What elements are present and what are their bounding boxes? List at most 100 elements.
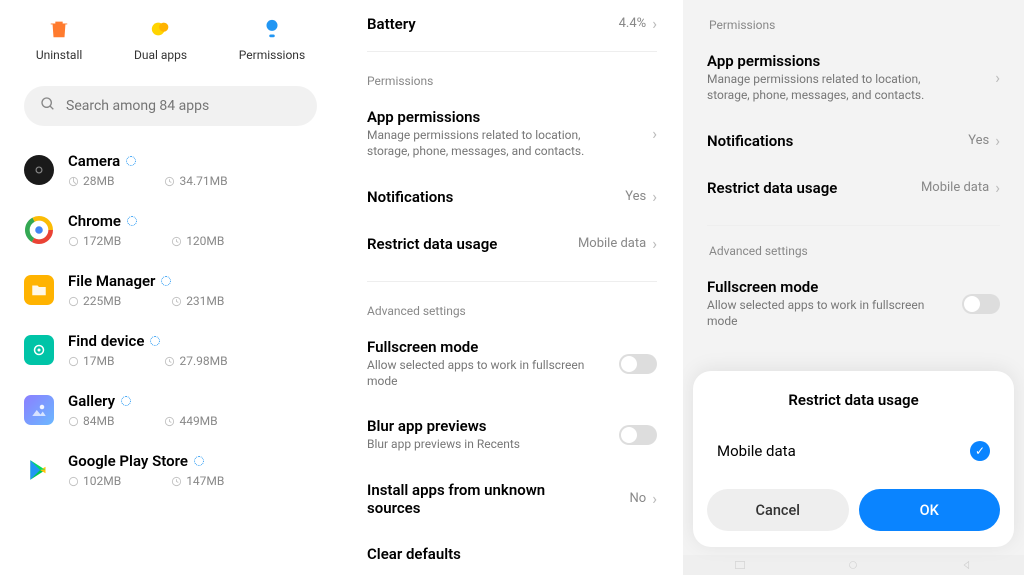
fullscreen-desc: Allow selected apps to work in fullscree… (707, 298, 937, 329)
storage-meta: 17MB (68, 354, 114, 368)
storage-meta: 172MB (68, 234, 121, 248)
data-meta: 147MB (171, 474, 224, 488)
fullscreen-toggle[interactable] (619, 354, 657, 374)
search-box[interactable] (24, 86, 317, 126)
navbar (683, 555, 1024, 575)
app-details-panel: Battery 4.4% › Permissions App permissio… (341, 0, 683, 575)
restrict-value: Mobile data (921, 180, 989, 195)
clear-defaults-title: Clear defaults (367, 545, 657, 563)
storage-meta: 28MB (68, 174, 114, 188)
install-value: No (629, 491, 646, 506)
notifications-row[interactable]: Notifications Yes › (341, 173, 683, 220)
blur-row[interactable]: Blur app previews Blur app previews in R… (341, 403, 683, 467)
fullscreen-row[interactable]: Fullscreen mode Allow selected apps to w… (683, 264, 1024, 343)
top-actions: Uninstall Dual apps Permissions (0, 0, 341, 72)
notifications-value: Yes (625, 189, 646, 204)
check-icon: ✓ (970, 441, 990, 461)
app-item-find-device[interactable]: Find device 17MB 27.98MB (24, 320, 317, 380)
dual-apps-action[interactable]: Dual apps (134, 18, 187, 62)
app-permissions-row[interactable]: App permissions Manage permissions relat… (683, 38, 1024, 117)
storage-meta: 84MB (68, 414, 114, 428)
app-item-camera[interactable]: Camera 28MB 34.71MB (24, 140, 317, 200)
app-name: Gallery (68, 392, 115, 410)
app-item-gallery[interactable]: Gallery 84MB 449MB (24, 380, 317, 440)
option-label: Mobile data (717, 442, 796, 460)
permissions-section-label: Permissions (341, 56, 683, 94)
permissions-section-label: Permissions (683, 0, 1024, 38)
restrict-data-row[interactable]: Restrict data usage Mobile data › (683, 164, 1024, 211)
notifications-row[interactable]: Notifications Yes › (683, 117, 1024, 164)
sheet-option-mobile-data[interactable]: Mobile data ✓ (693, 429, 1014, 473)
gallery-icon (24, 395, 54, 425)
chrome-icon (24, 215, 54, 245)
app-list: Camera 28MB 34.71MB Chrome 172MB 120MB F… (0, 140, 341, 500)
search-icon (40, 96, 56, 116)
app-name: Google Play Store (68, 452, 188, 470)
storage-meta: 102MB (68, 474, 121, 488)
play-store-icon (24, 455, 54, 485)
blur-toggle[interactable] (619, 425, 657, 445)
chevron-right-icon: › (652, 14, 657, 33)
loading-icon (194, 456, 204, 466)
restrict-title: Restrict data usage (707, 179, 921, 197)
storage-meta: 225MB (68, 294, 121, 308)
camera-icon (24, 155, 54, 185)
data-meta: 449MB (164, 414, 217, 428)
notifications-title: Notifications (367, 188, 625, 206)
chevron-right-icon: › (652, 124, 657, 143)
clear-defaults-row[interactable]: Clear defaults (341, 531, 683, 575)
divider (367, 51, 657, 52)
fullscreen-toggle[interactable] (962, 294, 1000, 314)
divider (367, 281, 657, 282)
data-meta: 34.71MB (164, 174, 227, 188)
battery-title: Battery (367, 15, 619, 33)
advanced-section-label: Advanced settings (341, 286, 683, 324)
trash-icon (48, 18, 70, 40)
loading-icon (121, 396, 131, 406)
chevron-right-icon: › (652, 234, 657, 253)
chevron-right-icon: › (652, 187, 657, 206)
app-permissions-title: App permissions (367, 108, 652, 126)
ok-button[interactable]: OK (859, 489, 1001, 531)
battery-row[interactable]: Battery 4.4% › (341, 0, 683, 47)
chevron-right-icon: › (995, 68, 1000, 87)
chevron-right-icon: › (995, 178, 1000, 197)
search-input[interactable] (66, 98, 301, 114)
uninstall-action[interactable]: Uninstall (36, 18, 82, 62)
dual-apps-icon (150, 18, 172, 40)
permissions-label: Permissions (239, 48, 305, 62)
data-meta: 231MB (171, 294, 224, 308)
loading-icon (126, 156, 136, 166)
restrict-value: Mobile data (578, 236, 646, 251)
restrict-data-row[interactable]: Restrict data usage Mobile data › (341, 220, 683, 267)
cancel-button[interactable]: Cancel (707, 489, 849, 531)
apps-list-panel: Uninstall Dual apps Permissions Camera (0, 0, 341, 575)
blur-desc: Blur app previews in Recents (367, 437, 597, 453)
chevron-right-icon: › (995, 131, 1000, 150)
app-name: Find device (68, 332, 144, 350)
app-permissions-row[interactable]: App permissions Manage permissions relat… (341, 94, 683, 173)
app-item-play-store[interactable]: Google Play Store 102MB 147MB (24, 440, 317, 500)
sheet-title: Restrict data usage (693, 391, 1014, 429)
permissions-action[interactable]: Permissions (239, 18, 305, 62)
loading-icon (150, 336, 160, 346)
fullscreen-title: Fullscreen mode (367, 338, 619, 356)
app-name: File Manager (68, 272, 155, 290)
notifications-value: Yes (968, 133, 989, 148)
install-unknown-row[interactable]: Install apps from unknown sources No › (341, 467, 683, 531)
notifications-title: Notifications (707, 132, 968, 150)
app-name: Chrome (68, 212, 121, 230)
install-title: Install apps from unknown sources (367, 481, 547, 517)
restrict-title: Restrict data usage (367, 235, 578, 253)
uninstall-label: Uninstall (36, 48, 82, 62)
data-meta: 27.98MB (164, 354, 227, 368)
find-device-icon (24, 335, 54, 365)
app-item-file-manager[interactable]: File Manager 225MB 231MB (24, 260, 317, 320)
folder-icon (24, 275, 54, 305)
app-permissions-title: App permissions (707, 52, 995, 70)
fullscreen-row[interactable]: Fullscreen mode Allow selected apps to w… (341, 324, 683, 403)
app-item-chrome[interactable]: Chrome 172MB 120MB (24, 200, 317, 260)
fullscreen-title: Fullscreen mode (707, 278, 962, 296)
restrict-data-sheet: Restrict data usage Mobile data ✓ Cancel… (693, 371, 1014, 547)
permissions-icon (261, 18, 283, 40)
